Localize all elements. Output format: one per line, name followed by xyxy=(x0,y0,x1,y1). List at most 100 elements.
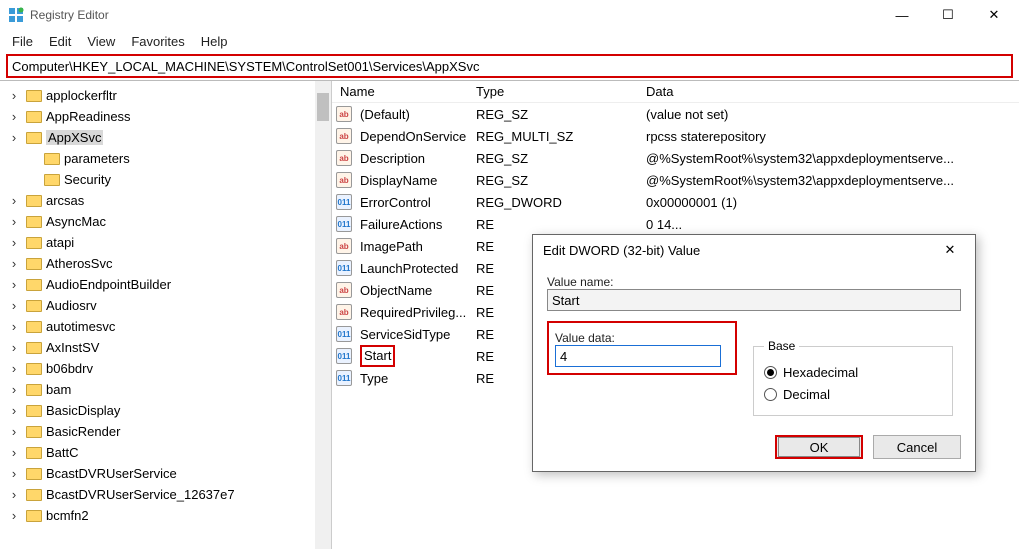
folder-icon xyxy=(26,384,42,396)
folder-icon xyxy=(26,300,42,312)
ok-button[interactable]: OK xyxy=(778,437,860,457)
value-type: REG_DWORD xyxy=(476,195,646,210)
value-row[interactable]: 011ErrorControlREG_DWORD0x00000001 (1) xyxy=(332,191,1019,213)
tree-item-label: arcsas xyxy=(46,193,84,208)
value-name-input[interactable] xyxy=(547,289,961,311)
tree-item-label: atapi xyxy=(46,235,74,250)
value-name: ObjectName xyxy=(356,283,476,298)
value-row[interactable]: abDependOnServiceREG_MULTI_SZrpcss state… xyxy=(332,125,1019,147)
folder-icon xyxy=(26,468,42,480)
value-row[interactable]: abDescriptionREG_SZ@%SystemRoot%\system3… xyxy=(332,147,1019,169)
radio-label-hex: Hexadecimal xyxy=(783,365,858,380)
dialog-titlebar[interactable]: Edit DWORD (32-bit) Value ✕ xyxy=(533,235,975,265)
scrollbar-thumb[interactable] xyxy=(317,93,329,121)
value-data-label: Value data: xyxy=(555,331,729,345)
dialog-buttons: OK Cancel xyxy=(775,435,961,459)
tree-item[interactable]: › AxInstSV xyxy=(6,337,331,358)
radio-icon xyxy=(764,388,777,401)
value-icon: ab xyxy=(336,128,356,144)
chevron-right-icon: › xyxy=(6,256,22,272)
value-data-input[interactable] xyxy=(555,345,721,367)
maximize-icon: ☐ xyxy=(942,7,954,23)
close-button[interactable]: ✕ xyxy=(971,0,1017,30)
edit-dword-dialog: Edit DWORD (32-bit) Value ✕ Value name: … xyxy=(532,234,976,472)
tree-item[interactable]: ›AppXSvc xyxy=(6,127,331,148)
tree-item[interactable]: › atapi xyxy=(6,232,331,253)
value-data: @%SystemRoot%\system32\appxdeploymentser… xyxy=(646,173,1019,188)
chevron-right-icon: › xyxy=(6,193,22,209)
radio-label-dec: Decimal xyxy=(783,387,830,402)
dialog-close-button[interactable]: ✕ xyxy=(935,241,965,259)
tree-item[interactable]: ›AppReadiness xyxy=(6,106,331,127)
tree-pane[interactable]: ›applockerfltr›AppReadiness›AppXSvc param… xyxy=(0,81,332,549)
value-type: REG_SZ xyxy=(476,173,646,188)
chevron-right-icon: › xyxy=(6,382,22,398)
chevron-right-icon: › xyxy=(6,109,22,125)
tree-item[interactable]: ›Audiosrv xyxy=(6,295,331,316)
menubar: File Edit View Favorites Help xyxy=(0,30,1019,52)
folder-icon xyxy=(26,426,42,438)
value-row[interactable]: ab(Default)REG_SZ(value not set) xyxy=(332,103,1019,125)
tree-item[interactable]: ›BasicDisplay xyxy=(6,400,331,421)
minimize-icon: — xyxy=(896,8,909,23)
chevron-right-icon: › xyxy=(6,508,22,524)
value-name: ServiceSidType xyxy=(356,327,476,342)
chevron-right-icon: › xyxy=(6,319,22,335)
radio-hexadecimal[interactable]: Hexadecimal xyxy=(764,361,942,383)
chevron-right-icon: › xyxy=(6,277,22,293)
tree-item[interactable]: parameters xyxy=(6,148,331,169)
minimize-button[interactable]: — xyxy=(879,0,925,30)
col-data[interactable]: Data xyxy=(646,84,1019,99)
cancel-button[interactable]: Cancel xyxy=(873,435,961,459)
col-type[interactable]: Type xyxy=(476,84,646,99)
tree-item[interactable]: ›BcastDVRUserService xyxy=(6,463,331,484)
tree-item[interactable]: › arcsas xyxy=(6,190,331,211)
titlebar: Registry Editor — ☐ ✕ xyxy=(0,0,1019,30)
close-icon: ✕ xyxy=(989,7,1000,23)
tree-item[interactable]: ›applockerfltr xyxy=(6,85,331,106)
folder-icon xyxy=(26,321,42,333)
folder-icon xyxy=(26,405,42,417)
value-name: LaunchProtected xyxy=(356,261,476,276)
tree-item[interactable]: ›bam xyxy=(6,379,331,400)
chevron-right-icon xyxy=(24,151,40,167)
menu-view[interactable]: View xyxy=(81,32,121,51)
dialog-body: Value name: Value data: Base Hexadecimal… xyxy=(533,265,975,375)
tree-item[interactable]: ›b06bdrv xyxy=(6,358,331,379)
tree-item[interactable]: ›BasicRender xyxy=(6,421,331,442)
menu-edit[interactable]: Edit xyxy=(43,32,77,51)
radio-decimal[interactable]: Decimal xyxy=(764,383,942,405)
menu-favorites[interactable]: Favorites xyxy=(125,32,190,51)
cancel-label: Cancel xyxy=(897,440,937,455)
tree-item-label: AxInstSV xyxy=(46,340,99,355)
menu-file[interactable]: File xyxy=(6,32,39,51)
col-name[interactable]: Name xyxy=(336,84,476,99)
tree-item[interactable]: ›BattC xyxy=(6,442,331,463)
tree-item-label: autotimesvc xyxy=(46,319,115,334)
tree-item[interactable]: ›BcastDVRUserService_12637e7 xyxy=(6,484,331,505)
chevron-right-icon: › xyxy=(6,340,22,356)
value-data: 0x00000001 (1) xyxy=(646,195,1019,210)
chevron-right-icon: › xyxy=(6,466,22,482)
maximize-button[interactable]: ☐ xyxy=(925,0,971,30)
value-type: RE xyxy=(476,217,646,232)
tree-item[interactable]: ›bcmfn2 xyxy=(6,505,331,526)
value-row[interactable]: 011FailureActionsRE0 14... xyxy=(332,213,1019,235)
chevron-right-icon: › xyxy=(6,235,22,251)
address-bar[interactable]: Computer\HKEY_LOCAL_MACHINE\SYSTEM\Contr… xyxy=(6,54,1013,78)
value-data-group: Value data: xyxy=(547,321,737,375)
chevron-right-icon: › xyxy=(6,361,22,377)
tree-item[interactable]: Security xyxy=(6,169,331,190)
tree-item-label: AudioEndpointBuilder xyxy=(46,277,171,292)
tree-item[interactable]: ›AtherosSvc xyxy=(6,253,331,274)
ok-label: OK xyxy=(810,440,829,455)
tree-scrollbar[interactable] xyxy=(315,81,331,549)
base-label: Base xyxy=(764,339,799,353)
tree-item-label: parameters xyxy=(64,151,130,166)
menu-help[interactable]: Help xyxy=(195,32,234,51)
tree-item[interactable]: › autotimesvc xyxy=(6,316,331,337)
tree-item[interactable]: › AudioEndpointBuilder xyxy=(6,274,331,295)
tree-item[interactable]: ›AsyncMac xyxy=(6,211,331,232)
value-row[interactable]: abDisplayNameREG_SZ@%SystemRoot%\system3… xyxy=(332,169,1019,191)
value-name: FailureActions xyxy=(356,217,476,232)
